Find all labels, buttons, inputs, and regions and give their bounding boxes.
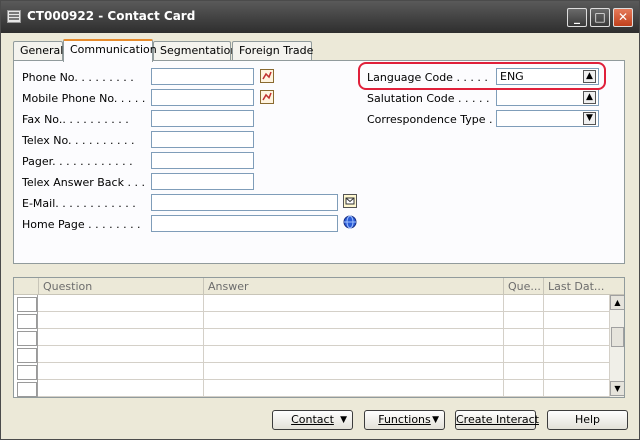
dial-phone-icon[interactable] — [260, 69, 274, 83]
form-icon — [7, 10, 21, 23]
home-page-label: Home Page . . . . . . . . — [22, 218, 141, 231]
scroll-thumb[interactable] — [611, 327, 624, 347]
scroll-up-icon[interactable]: ▲ — [610, 295, 624, 310]
table-row[interactable] — [14, 380, 609, 397]
create-interact-button[interactable]: Create Interact — [455, 410, 539, 430]
tab-general[interactable]: General — [13, 41, 63, 61]
dial-mobile-icon[interactable] — [260, 90, 274, 104]
column-header-last-date-updated[interactable]: Last Dat... — [544, 278, 624, 295]
chevron-down-icon: ▼ — [432, 415, 439, 425]
pager-label: Pager. . . . . . . . . . . . — [22, 155, 133, 168]
mobile-phone-no-field[interactable] — [151, 89, 254, 106]
chevron-down-icon[interactable]: ▼ — [583, 112, 596, 125]
maximize-button[interactable]: □ — [590, 8, 610, 27]
questions-answered-cell[interactable] — [504, 295, 544, 312]
table-row[interactable] — [14, 346, 609, 363]
chevron-down-icon: ▼ — [340, 415, 347, 425]
help-button[interactable]: Help — [547, 410, 628, 430]
question-cell[interactable] — [39, 363, 204, 380]
question-cell[interactable] — [39, 295, 204, 312]
questions-answered-cell[interactable] — [504, 312, 544, 329]
phone-no-label: Phone No. . . . . . . . . — [22, 71, 134, 84]
send-email-icon[interactable] — [343, 194, 357, 208]
column-header-answer[interactable]: Answer — [204, 278, 504, 295]
questions-answered-cell[interactable] — [504, 380, 544, 397]
create-interact-button-label: Create Interact — [456, 413, 539, 426]
question-cell[interactable] — [39, 380, 204, 397]
salutation-code-label: Salutation Code . . . . . — [367, 92, 490, 105]
contact-menu-button[interactable]: Contact ▼ — [272, 410, 353, 430]
correspondence-type-select[interactable]: ▼ — [496, 110, 599, 127]
answer-cell[interactable] — [204, 363, 504, 380]
row-selector[interactable] — [14, 295, 38, 312]
questions-answered-cell[interactable] — [504, 363, 544, 380]
table-row[interactable] — [14, 329, 609, 346]
answer-cell[interactable] — [204, 329, 504, 346]
answer-cell[interactable] — [204, 312, 504, 329]
table-row[interactable] — [14, 312, 609, 329]
language-code-lookup-icon[interactable]: ▲ — [583, 70, 596, 83]
scroll-down-icon[interactable]: ▼ — [610, 381, 624, 396]
minimize-button[interactable]: _ — [567, 8, 587, 27]
open-home-page-globe-icon[interactable] — [343, 215, 357, 229]
tab-foreign-trade[interactable]: Foreign Trade — [232, 41, 313, 61]
telex-answer-back-label: Telex Answer Back . . . — [22, 176, 145, 189]
column-header-questions-answered[interactable]: Que... — [504, 278, 544, 295]
table-row[interactable] — [14, 295, 609, 312]
profile-grid: Question Answer Que... Last Dat... ▲ ▼ — [13, 277, 625, 398]
email-label: E-Mail. . . . . . . . . . . . — [22, 197, 136, 210]
answer-cell[interactable] — [204, 295, 504, 312]
telex-no-field[interactable] — [151, 131, 254, 148]
salutation-code-field[interactable]: ▲ — [496, 89, 599, 106]
question-cell[interactable] — [39, 329, 204, 346]
functions-menu-button[interactable]: Functions ▼ — [364, 410, 445, 430]
correspondence-type-label: Correspondence Type . . — [367, 113, 500, 126]
row-selector[interactable] — [14, 312, 38, 329]
help-button-label: Help — [574, 413, 601, 426]
window-title: CT000922 - Contact Card — [27, 9, 196, 23]
questions-answered-cell[interactable] — [504, 329, 544, 346]
questions-answered-cell[interactable] — [504, 346, 544, 363]
telex-answer-back-field[interactable] — [151, 173, 254, 190]
close-button[interactable]: ✕ — [613, 8, 633, 27]
language-code-label: Language Code . . . . . — [367, 71, 488, 84]
table-row[interactable] — [14, 363, 609, 380]
row-selector[interactable] — [14, 380, 38, 397]
contact-card-window: CT000922 - Contact Card _ □ ✕ General Co… — [0, 0, 640, 440]
answer-cell[interactable] — [204, 346, 504, 363]
column-header-question[interactable]: Question — [39, 278, 204, 295]
contact-button-label: Contact — [291, 413, 334, 426]
telex-no-label: Telex No. . . . . . . . . . — [22, 134, 135, 147]
tab-communication[interactable]: Communication — [63, 39, 157, 62]
fax-no-field[interactable] — [151, 110, 254, 127]
salutation-code-lookup-icon[interactable]: ▲ — [583, 91, 596, 104]
tab-segmentation[interactable]: Segmentation — [153, 41, 237, 61]
language-code-field[interactable]: ENG ▲ — [496, 68, 599, 85]
question-cell[interactable] — [39, 312, 204, 329]
answer-cell[interactable] — [204, 380, 504, 397]
grid-vertical-scrollbar[interactable]: ▲ ▼ — [609, 295, 624, 397]
fax-no-label: Fax No.. . . . . . . . . . — [22, 113, 129, 126]
row-selector[interactable] — [14, 329, 38, 346]
phone-no-field[interactable] — [151, 68, 254, 85]
home-page-field[interactable] — [151, 215, 338, 232]
grid-corner-header — [14, 278, 39, 295]
mobile-phone-no-label: Mobile Phone No. . . . . — [22, 92, 146, 105]
functions-button-label: Functions — [378, 413, 431, 426]
email-field[interactable] — [151, 194, 338, 211]
titlebar[interactable]: CT000922 - Contact Card _ □ ✕ — [1, 1, 639, 33]
row-selector[interactable] — [14, 363, 38, 380]
row-selector[interactable] — [14, 346, 38, 363]
question-cell[interactable] — [39, 346, 204, 363]
language-code-value: ENG — [500, 70, 524, 83]
pager-field[interactable] — [151, 152, 254, 169]
